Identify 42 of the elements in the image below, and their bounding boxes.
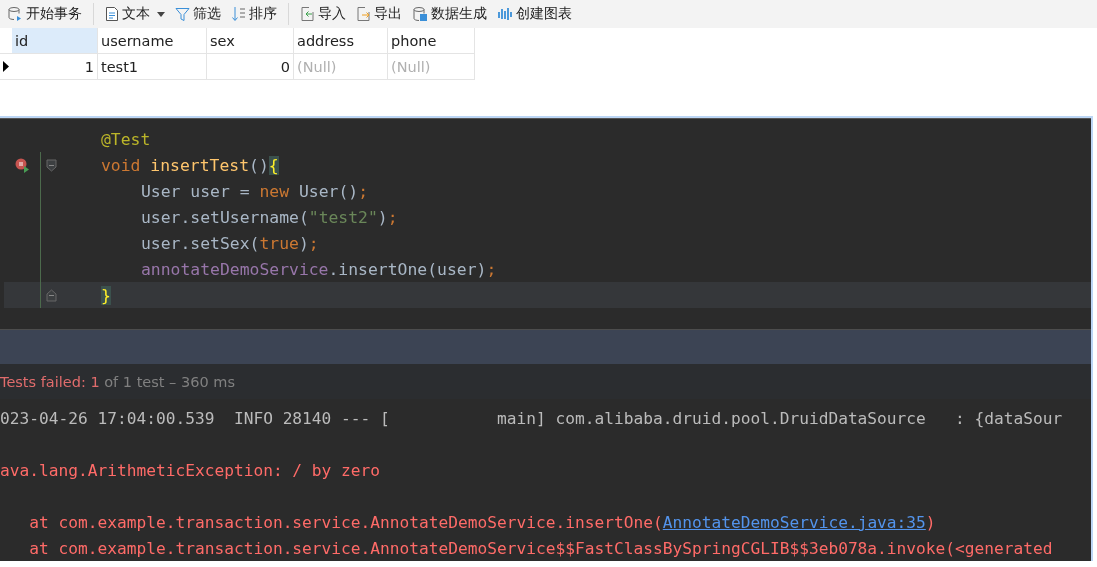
sort-icon [231, 6, 246, 22]
code-line: user.setUsername("test2"); [141, 207, 398, 227]
filter-icon [175, 6, 190, 22]
code-line: @Test [101, 129, 151, 149]
stack-trace-line: at com.example.transaction.service.AnnotateDemoService.insertOne(AnnotateDemoService.java:35) [28, 512, 936, 532]
document-icon [105, 6, 119, 22]
database-icon [7, 6, 23, 22]
toolbar-button[interactable]: 导入 [295, 0, 351, 28]
test-status: Tests failed: 1 of 1 test – 360 ms [0, 373, 235, 390]
code-line: void insertTest(){ [101, 155, 279, 175]
import-icon [300, 6, 315, 22]
caret-icon[interactable] [157, 11, 165, 17]
code-line: annotateDemoService.insertOne(user); [141, 259, 497, 279]
table-cell: (Null) [294, 54, 388, 80]
console-line: at com.example.transaction.service.AnnotateDemoService$$FastClassBySpringCGLIB$$3eb078a.invoke(<generated [28, 538, 1053, 558]
console-line: 023-04-26 17:04:00.539 INFO 28140 --- [ main] com.alibaba.druid.pool.DruidDataSource : {dataSour [0, 408, 1063, 428]
table-cell: test1 [98, 54, 207, 80]
code-line: User user = new User(); [141, 181, 368, 201]
column-header[interactable]: sex [207, 28, 294, 54]
fold-marker-icon[interactable] [45, 158, 57, 172]
column-header[interactable]: phone [388, 28, 475, 54]
table-cell: 0 [207, 54, 294, 80]
table-cell: (Null) [388, 54, 475, 80]
toolbar-button[interactable]: 筛选 [170, 0, 226, 28]
toolbar-button[interactable]: 创建图表 [492, 0, 577, 28]
toolbar-button[interactable]: 排序 [226, 0, 282, 28]
source-link[interactable]: AnnotateDemoService.java:35 [662, 512, 926, 532]
column-header[interactable]: address [294, 28, 388, 54]
fold-marker-icon[interactable] [45, 288, 57, 302]
test-failed-run-icon[interactable] [14, 157, 30, 173]
export-icon [356, 6, 371, 22]
chart-icon [497, 6, 513, 22]
table-cell: 1 [12, 54, 98, 80]
console-line: ava.lang.ArithmeticException: / by zero [0, 460, 381, 480]
toolbar-button[interactable]: 文本 [100, 0, 170, 28]
column-header[interactable]: id [12, 28, 98, 54]
database-icon [412, 6, 428, 22]
toolbar-button[interactable]: 开始事务 [2, 0, 87, 28]
toolbar-button[interactable]: 数据生成 [407, 0, 492, 28]
code-line: user.setSex(true); [141, 233, 319, 253]
toolbar-button[interactable]: 导出 [351, 0, 407, 28]
column-header[interactable]: username [98, 28, 207, 54]
